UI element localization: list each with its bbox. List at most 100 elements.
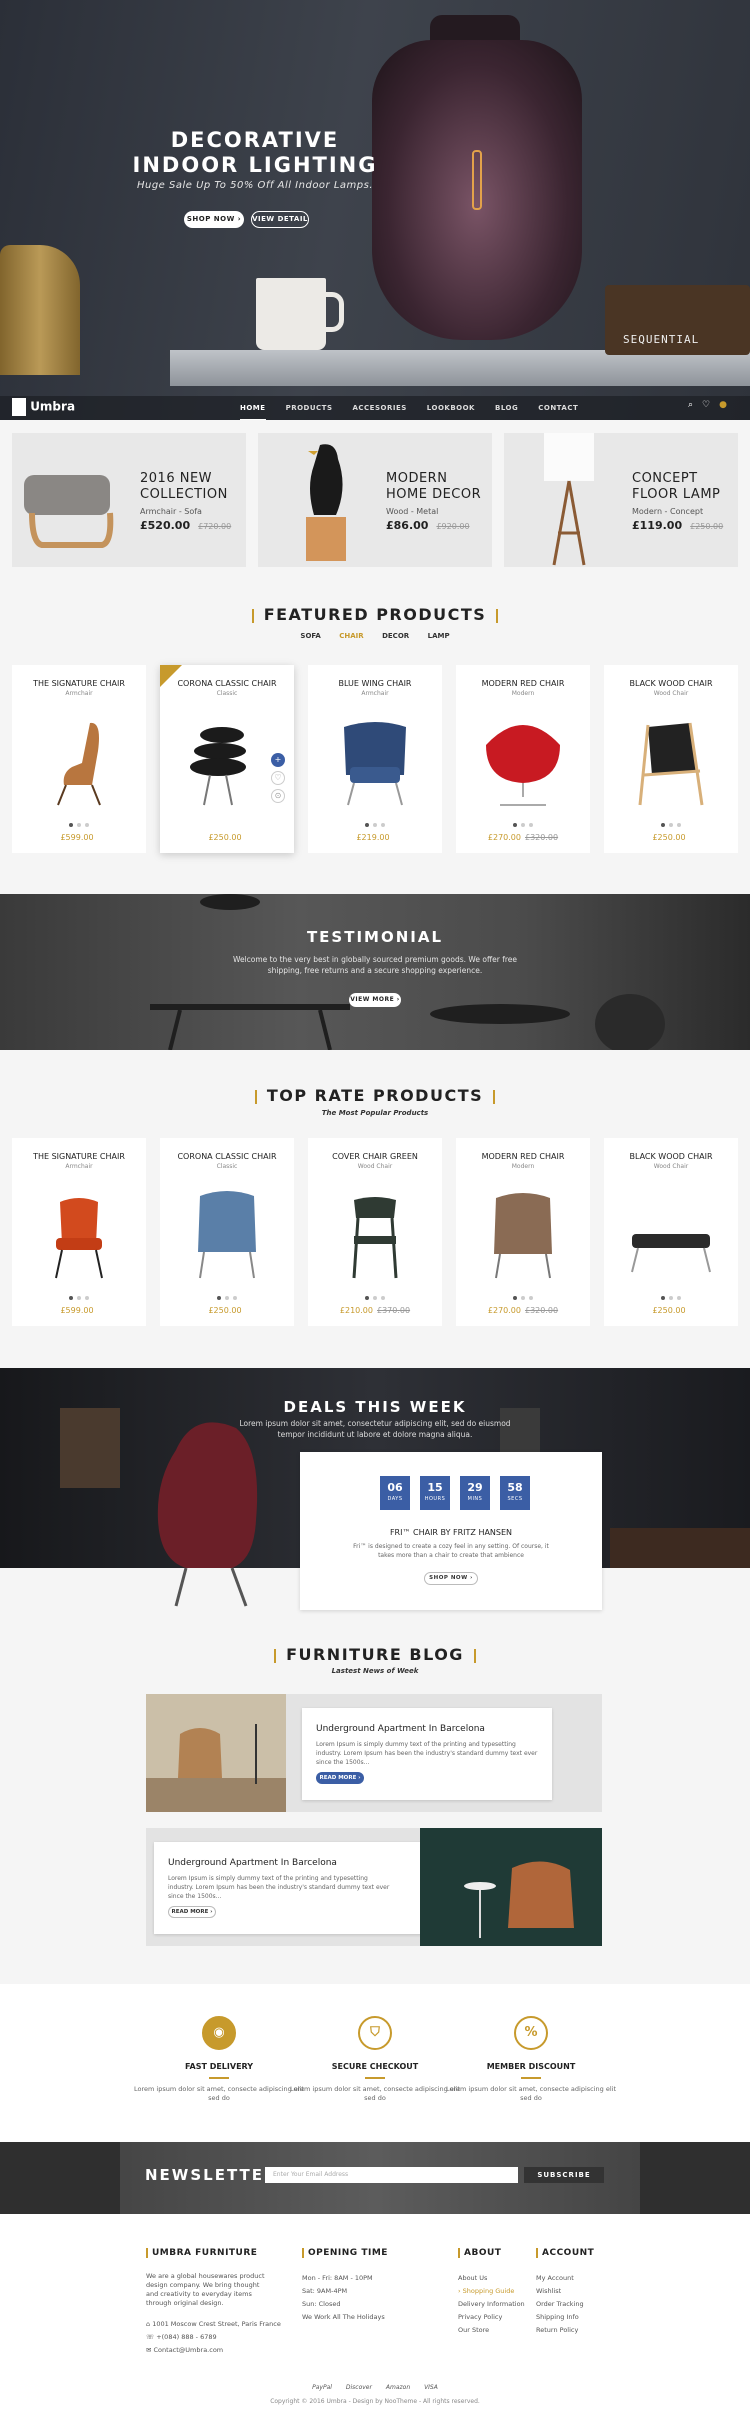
discover-logo: Discover <box>345 2384 372 2391</box>
feature-secure-checkout: ⛉ SECURE CHECKOUT Lorem ipsum dolor sit … <box>290 2016 460 2103</box>
view-detail-button[interactable]: VIEW DETAIL <box>251 211 309 228</box>
view-more-button[interactable]: VIEW MORE › <box>349 993 401 1007</box>
read-more-button[interactable]: READ MORE › <box>316 1772 364 1784</box>
product-card[interactable]: MODERN RED CHAIR Modern £270.00 £320.00 <box>456 665 590 853</box>
product-price: £270.00 £320.00 <box>487 1306 559 1315</box>
promo-collection[interactable]: 2016 NEW COLLECTION Armchair - Sofa £520.… <box>12 433 246 567</box>
product-card[interactable]: MODERN RED CHAIR Modern £270.00 £320.00 <box>456 1138 590 1326</box>
promo-floor-lamp[interactable]: CONCEPT FLOOR LAMP Modern - Concept £119.… <box>504 433 738 567</box>
product-card[interactable]: CORONA CLASSIC CHAIR Classic + ♡ ⊙ £250.… <box>160 665 294 853</box>
testimonial-section: TESTIMONIAL Welcome to the very best in … <box>0 894 750 1050</box>
feature-fast-delivery: ◉ FAST DELIVERY Lorem ipsum dolor sit am… <box>134 2016 304 2103</box>
filter-chair[interactable]: CHAIR <box>339 632 363 640</box>
blog-post-title[interactable]: Underground Apartment In Barcelona <box>316 1724 485 1734</box>
filter-sofa[interactable]: SOFA <box>300 632 320 640</box>
product-price: £219.00 <box>356 833 390 842</box>
footer-link[interactable]: › Shopping Guide <box>458 2285 525 2298</box>
promo-category: Armchair - Sofa <box>140 507 202 516</box>
promo-price: £119.00 £250.00 <box>632 519 724 532</box>
deal-shop-now-button[interactable]: SHOP NOW › <box>424 1572 478 1585</box>
countdown-days: 06 DAYS <box>380 1476 410 1510</box>
product-card[interactable]: THE SIGNATURE CHAIR Armchair £599.00 <box>12 1138 146 1326</box>
product-price: £210.00 £370.00 <box>339 1306 411 1315</box>
carousel-dots[interactable] <box>513 823 533 828</box>
product-price: £250.00 <box>208 1306 242 1315</box>
product-category: Modern <box>511 690 535 697</box>
carousel-dots[interactable] <box>365 1296 385 1301</box>
blog-post[interactable]: Underground Apartment In Barcelona Lorem… <box>146 1694 602 1812</box>
product-price: £599.00 <box>60 833 94 842</box>
carousel-dots[interactable] <box>69 1296 89 1301</box>
search-icon[interactable]: ⌕ <box>688 400 693 410</box>
carousel-dots[interactable] <box>661 1296 681 1301</box>
red-chair-image <box>486 725 560 806</box>
deal-product-text: Fri™ is designed to create a cozy feel i… <box>353 1543 549 1559</box>
brown-lounge-chair-image <box>494 1193 552 1279</box>
promo-home-decor[interactable]: MODERN HOME DECOR Wood - Metal £86.00 £920… <box>258 433 492 567</box>
product-card[interactable]: THE SIGNATURE CHAIR Armchair £599.00 <box>12 665 146 853</box>
product-name: CORONA CLASSIC CHAIR <box>177 679 277 688</box>
ottoman-bench-image <box>631 1234 711 1273</box>
shield-icon: ⛉ <box>358 2016 392 2050</box>
nav-accesories[interactable]: ACCESORIES <box>352 396 406 420</box>
carousel-dots[interactable] <box>661 823 681 828</box>
nav-contact[interactable]: CONTACT <box>538 396 578 420</box>
product-card[interactable]: BLACK WOOD CHAIR Wood Chair £250.00 <box>604 665 738 853</box>
nav-home[interactable]: HOME <box>240 396 266 420</box>
footer-link[interactable]: Shipping Info <box>536 2311 594 2324</box>
feature-member-discount: % MEMBER DISCOUNT Lorem ipsum dolor sit … <box>446 2016 616 2103</box>
blog-post[interactable]: Underground Apartment In Barcelona Lorem… <box>146 1828 602 1946</box>
amazon-logo: Amazon <box>385 2384 411 2391</box>
add-to-cart-icon[interactable]: + <box>271 753 285 767</box>
footer-link[interactable]: Return Policy <box>536 2324 594 2337</box>
nav-products[interactable]: PRODUCTS <box>286 396 333 420</box>
footer-link[interactable]: Wishlist <box>536 2285 594 2298</box>
carousel-dots[interactable] <box>69 823 89 828</box>
wishlist-icon[interactable]: ♡ <box>271 771 285 785</box>
filter-lamp[interactable]: LAMP <box>428 632 450 640</box>
read-more-button[interactable]: READ MORE › <box>168 1906 216 1918</box>
blog-post-excerpt: Lorem Ipsum is simply dummy text of the … <box>168 1875 390 1900</box>
footer-email[interactable]: ✉ Contact@Umbra.com <box>146 2344 281 2357</box>
carousel-dots[interactable] <box>365 823 385 828</box>
product-card[interactable]: BLUE WING CHAIR Armchair £219.00 <box>308 665 442 853</box>
logo[interactable]: Umbra <box>12 398 75 418</box>
footer-link[interactable]: My Account <box>536 2272 594 2285</box>
blog-post-title[interactable]: Underground Apartment In Barcelona <box>168 1858 337 1868</box>
product-card[interactable]: COVER CHAIR GREEN Wood Chair £210.00 £370… <box>308 1138 442 1326</box>
footer-link[interactable]: About Us <box>458 2272 525 2285</box>
product-category: Classic <box>216 690 238 697</box>
heart-icon[interactable]: ♡ <box>702 400 710 410</box>
visa-logo: VISA <box>424 2384 438 2391</box>
lamp-filament <box>472 150 482 210</box>
footer-link[interactable]: Delivery Information <box>458 2298 525 2311</box>
carousel-dots[interactable] <box>217 1296 237 1301</box>
copyright: Copyright © 2016 Umbra - Design by NooTh… <box>270 2398 480 2405</box>
nav-lookbook[interactable]: LOOKBOOK <box>427 396 475 420</box>
product-category: Classic <box>216 1163 238 1170</box>
footer-phone: ☏ +(084) 888 - 6789 <box>146 2333 217 2341</box>
footer-link[interactable]: Privacy Policy <box>458 2311 525 2324</box>
synth-image: SEQUENTIAL <box>605 285 750 355</box>
deal-card: 06 DAYS 15 HOURS 29 MINS 58 SECS FRI™ CHAIR … <box>300 1452 602 1610</box>
product-card[interactable]: BLACK WOOD CHAIR Wood Chair £250.00 <box>604 1138 738 1326</box>
footer-link[interactable]: Order Tracking <box>536 2298 594 2311</box>
header-icons: ⌕ ♡ ● <box>688 400 727 410</box>
logo-mark <box>12 398 26 416</box>
quickview-icon[interactable]: ⊙ <box>271 789 285 803</box>
product-name: MODERN RED CHAIR <box>481 1152 565 1161</box>
product-category: Armchair <box>65 690 93 697</box>
product-card[interactable]: CORONA CLASSIC CHAIR Classic £250.00 <box>160 1138 294 1326</box>
footer-link[interactable]: Our Store <box>458 2324 525 2337</box>
nav-blog[interactable]: BLOG <box>495 396 518 420</box>
shop-now-button[interactable]: SHOP NOW › <box>184 211 244 228</box>
newsletter-email-input[interactable]: Enter Your Email Address <box>265 2167 518 2183</box>
saxophone-image <box>0 245 80 375</box>
subscribe-button[interactable]: SUBSCRIBE <box>524 2167 604 2183</box>
blue-wing-chair-image <box>344 722 406 806</box>
carousel-dots[interactable] <box>513 1296 533 1301</box>
product-category: Armchair <box>361 690 389 697</box>
ottoman-image <box>24 475 114 548</box>
filter-decor[interactable]: DECOR <box>382 632 409 640</box>
cart-icon[interactable]: ● <box>719 400 727 410</box>
